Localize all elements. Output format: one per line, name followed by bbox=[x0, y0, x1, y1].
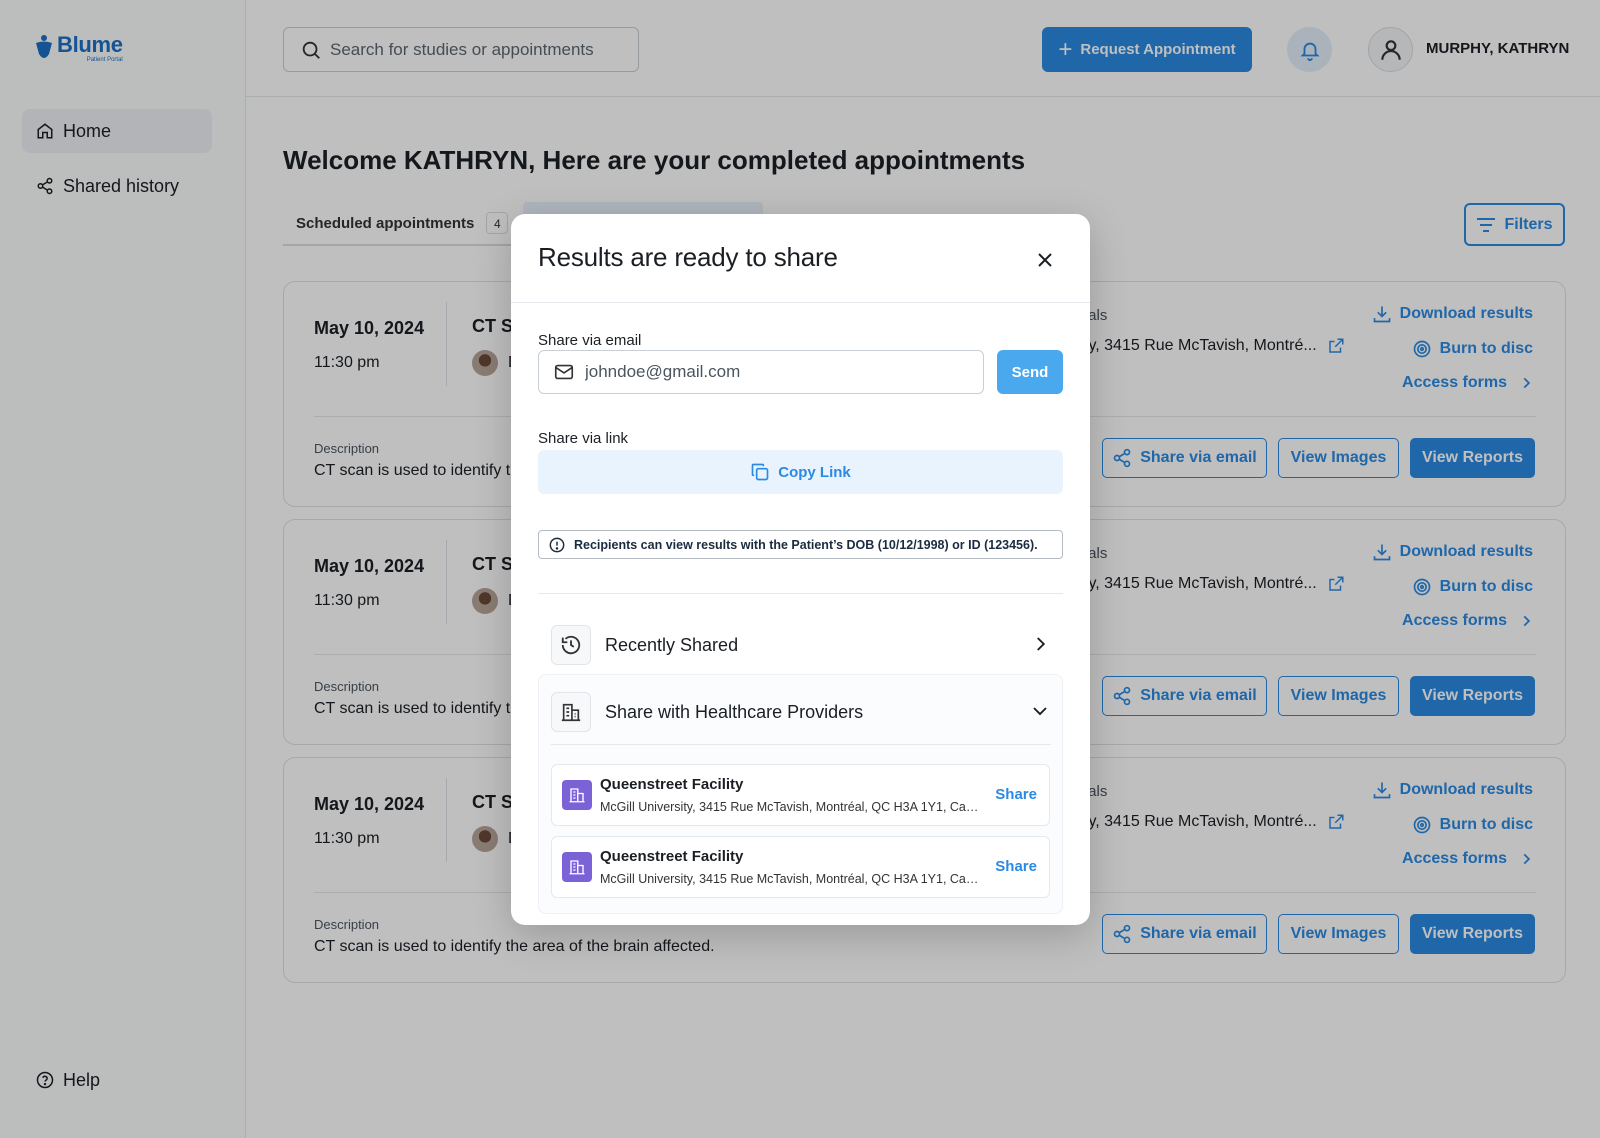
divider bbox=[511, 302, 1090, 303]
close-icon bbox=[1038, 253, 1052, 267]
share-with-providers-row[interactable]: Share with Healthcare Providers bbox=[538, 679, 1063, 745]
divider bbox=[538, 593, 1063, 594]
recently-shared-label: Recently Shared bbox=[605, 634, 739, 655]
provider-name: Queenstreet Facility bbox=[600, 848, 744, 865]
modal-title: Results are ready to share bbox=[538, 242, 838, 272]
provider-item: Queenstreet Facility McGill University, … bbox=[551, 764, 1050, 826]
provider-name: Queenstreet Facility bbox=[600, 776, 744, 793]
share-with-providers-label: Share with Healthcare Providers bbox=[605, 701, 864, 722]
info-icon bbox=[549, 537, 565, 552]
email-field bbox=[538, 350, 984, 394]
divider bbox=[551, 744, 1051, 745]
copy-link-label: Copy Link bbox=[778, 463, 851, 481]
share-results-modal: Results are ready to share Share via ema… bbox=[511, 214, 1090, 925]
close-button[interactable] bbox=[1033, 248, 1057, 272]
send-button[interactable]: Send bbox=[997, 350, 1063, 394]
history-icon bbox=[551, 625, 591, 665]
share-link-label: Share via link bbox=[538, 430, 629, 447]
info-banner: Recipients can view results with the Pat… bbox=[538, 530, 1063, 559]
email-input[interactable] bbox=[585, 362, 965, 382]
provider-share-button[interactable]: Share bbox=[995, 858, 1037, 875]
info-text: Recipients can view results with the Pat… bbox=[574, 537, 1038, 552]
chevron-right-icon bbox=[1037, 637, 1046, 651]
provider-item: Queenstreet Facility McGill University, … bbox=[551, 836, 1050, 898]
provider-address: McGill University, 3415 Rue McTavish, Mo… bbox=[600, 872, 980, 886]
share-email-label: Share via email bbox=[538, 332, 642, 349]
building-icon bbox=[551, 692, 591, 732]
chevron-down-icon bbox=[1033, 707, 1047, 716]
copy-icon bbox=[751, 463, 769, 481]
provider-address: McGill University, 3415 Rue McTavish, Mo… bbox=[600, 800, 980, 814]
facility-icon bbox=[562, 780, 592, 810]
mail-icon bbox=[554, 364, 574, 380]
facility-icon bbox=[562, 852, 592, 882]
provider-share-button[interactable]: Share bbox=[995, 786, 1037, 803]
recently-shared-row[interactable]: Recently Shared bbox=[538, 612, 1063, 678]
copy-link-button[interactable]: Copy Link bbox=[538, 450, 1063, 494]
